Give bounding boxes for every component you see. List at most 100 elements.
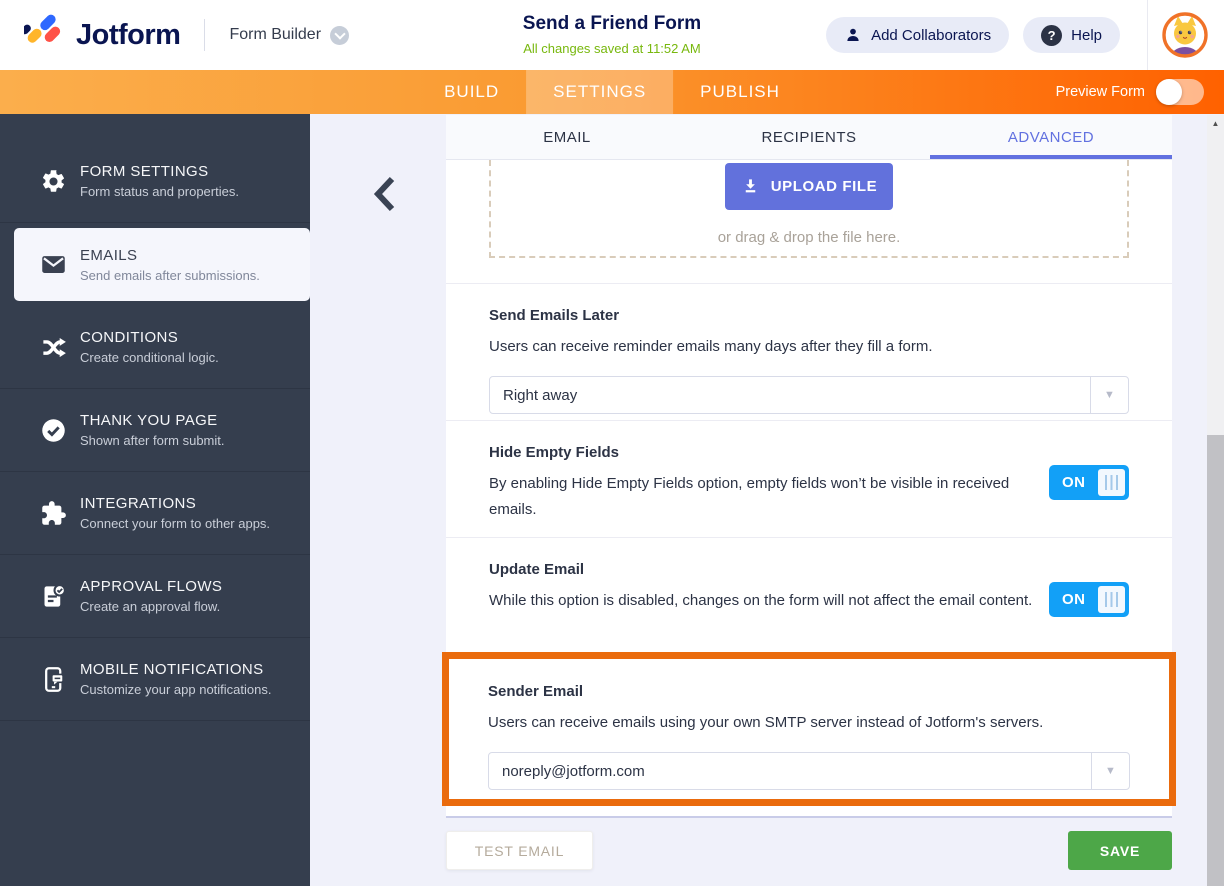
envelope-icon (42, 256, 65, 273)
send-emails-later-select[interactable]: Right away ▼ (489, 376, 1129, 414)
toggle-knob (1156, 79, 1182, 105)
help-label: Help (1071, 26, 1102, 44)
section-description: Users can receive emails using your own … (488, 714, 1044, 731)
sidebar-item-desc: Shown after form submit. (80, 433, 225, 448)
select-value: noreply@jotform.com (502, 762, 645, 780)
sidebar-item-conditions[interactable]: CONDITIONS Create conditional logic. (0, 306, 310, 389)
section-description: Users can receive reminder emails many d… (489, 338, 933, 355)
sidebar-item-label: EMAILS (80, 246, 138, 264)
header-divider (204, 19, 206, 51)
toggle-on-label: ON (1062, 474, 1086, 491)
update-email-toggle[interactable]: ON (1049, 582, 1129, 617)
sender-email-select[interactable]: noreply@jotform.com ▼ (488, 752, 1130, 790)
sidebar-item-label: CONDITIONS (80, 329, 179, 346)
nav-tab-publish[interactable]: PUBLISH (673, 70, 807, 114)
email-header-upload-section: UPLOAD FILE or drag & drop the file here… (446, 160, 1172, 283)
sender-email-section: Sender Email Users can receive emails us… (449, 659, 1169, 790)
form-title[interactable]: Send a Friend Form (523, 13, 701, 35)
section-title: Update Email (489, 561, 585, 578)
puzzle-icon (42, 500, 66, 525)
form-builder-window: Jotform Form Builder Send a Friend Form … (0, 0, 1224, 886)
sidebar-item-label: MOBILE NOTIFICATIONS (80, 661, 264, 678)
tab-recipients[interactable]: RECIPIENTS (688, 115, 930, 159)
jotform-logo-icon[interactable] (24, 14, 66, 56)
sender-email-highlight-frame: Sender Email Users can receive emails us… (442, 652, 1176, 806)
header-divider (1147, 0, 1148, 70)
update-email-section: Update Email While this option is disabl… (446, 537, 1172, 652)
send-emails-later-section: Send Emails Later Users can receive remi… (446, 283, 1172, 420)
settings-sidebar: FORM SETTINGS Form status and properties… (0, 114, 310, 886)
download-arrow-icon (745, 179, 755, 193)
gear-icon (42, 169, 65, 192)
sidebar-item-desc: Create an approval flow. (80, 599, 221, 614)
upload-file-label: UPLOAD FILE (770, 178, 878, 195)
sidebar-item-desc: Form status and properties. (80, 184, 239, 199)
approval-doc-icon (44, 583, 66, 607)
hide-empty-fields-section: Hide Empty Fields By enabling Hide Empty… (446, 420, 1172, 537)
preview-form-label: Preview Form (1055, 84, 1145, 100)
scrollbar-thumb[interactable] (1207, 435, 1224, 886)
form-title-block: Send a Friend Form All changes saved at … (523, 13, 701, 56)
upload-file-button[interactable]: UPLOAD FILE (725, 163, 893, 210)
add-collaborators-button[interactable]: Add Collaborators (826, 17, 1010, 53)
jotform-logo-text[interactable]: Jotform (76, 19, 181, 52)
caret-down-icon: ▼ (1105, 765, 1116, 777)
sidebar-item-desc: Send emails after submissions. (80, 267, 260, 283)
shuffle-icon (43, 337, 66, 357)
sidebar-item-emails[interactable]: EMAILS Send emails after submissions. (14, 228, 310, 301)
sidebar-item-approval-flows[interactable]: APPROVAL FLOWS Create an approval flow. (0, 555, 310, 638)
vertical-scrollbar[interactable]: ▲ (1207, 115, 1224, 886)
section-description: While this option is disabled, changes o… (489, 592, 1033, 609)
tab-advanced[interactable]: ADVANCED (930, 115, 1172, 159)
toggle-on-label: ON (1062, 591, 1086, 608)
section-title: Send Emails Later (489, 307, 620, 324)
sidebar-item-thank-you-page[interactable]: THANK YOU PAGE Shown after form submit. (0, 389, 310, 472)
save-button[interactable]: SAVE (1068, 831, 1172, 870)
product-label: Form Builder (229, 26, 322, 43)
section-description: By enabling Hide Empty Fields option, em… (489, 475, 1010, 518)
section-title: Hide Empty Fields (489, 444, 620, 461)
select-arrow-cell[interactable]: ▼ (1091, 753, 1129, 789)
question-icon: ? (1041, 24, 1063, 46)
nav-tab-settings[interactable]: SETTINGS (526, 70, 674, 114)
dropzone-hint: or drag & drop the file here. (717, 229, 901, 246)
mobile-chat-icon (45, 666, 64, 692)
hide-empty-fields-toggle[interactable]: ON (1049, 465, 1129, 500)
sidebar-item-label: INTEGRATIONS (80, 495, 197, 512)
sidebar-item-label: APPROVAL FLOWS (80, 578, 223, 595)
sidebar-item-desc: Connect your form to other apps. (80, 516, 271, 531)
top-header: Jotform Form Builder Send a Friend Form … (0, 0, 1224, 70)
user-avatar[interactable] (1161, 11, 1209, 59)
collapse-panel-chevron-left[interactable] (372, 176, 398, 212)
main-navbar: BUILD SETTINGS PUBLISH Preview Form (0, 70, 1224, 114)
advanced-settings-panel: UPLOAD FILE or drag & drop the file here… (442, 160, 1176, 818)
email-settings-tabbar: EMAIL RECIPIENTS ADVANCED (446, 115, 1172, 160)
select-value: Right away (503, 386, 578, 404)
select-arrow-cell[interactable]: ▼ (1090, 377, 1128, 413)
scrollbar-up-arrow[interactable]: ▲ (1207, 115, 1224, 132)
settings-content: EMAIL RECIPIENTS ADVANCED UPLOAD FILE or… (310, 114, 1207, 886)
sidebar-item-form-settings[interactable]: FORM SETTINGS Form status and properties… (0, 140, 310, 223)
toggle-handle (1098, 586, 1125, 613)
test-email-button[interactable]: TEST EMAIL (446, 831, 593, 870)
add-collaborators-label: Add Collaborators (871, 26, 992, 44)
person-icon (847, 28, 859, 41)
sidebar-item-desc: Create conditional logic. (80, 350, 219, 365)
preview-form-toggle[interactable] (1156, 79, 1204, 105)
sidebar-item-mobile-notifications[interactable]: MOBILE NOTIFICATIONS Customize your app … (0, 638, 310, 721)
help-button[interactable]: ? Help (1023, 17, 1120, 53)
chevron-down-icon (330, 25, 350, 45)
caret-down-icon: ▼ (1104, 389, 1115, 401)
product-switcher[interactable]: Form Builder (229, 25, 350, 45)
panel-footer: TEST EMAIL SAVE (446, 831, 1172, 870)
sidebar-item-label: THANK YOU PAGE (80, 412, 218, 429)
toggle-handle (1098, 469, 1125, 496)
autosave-status: All changes saved at 11:52 AM (523, 41, 701, 56)
tab-email[interactable]: EMAIL (446, 115, 688, 159)
nav-tab-build[interactable]: BUILD (417, 70, 526, 114)
section-title: Sender Email (488, 683, 584, 700)
sidebar-item-integrations[interactable]: INTEGRATIONS Connect your form to other … (0, 472, 310, 555)
sidebar-item-label: FORM SETTINGS (80, 163, 209, 180)
sidebar-item-desc: Customize your app notifications. (80, 682, 272, 697)
check-circle-icon (42, 418, 65, 442)
